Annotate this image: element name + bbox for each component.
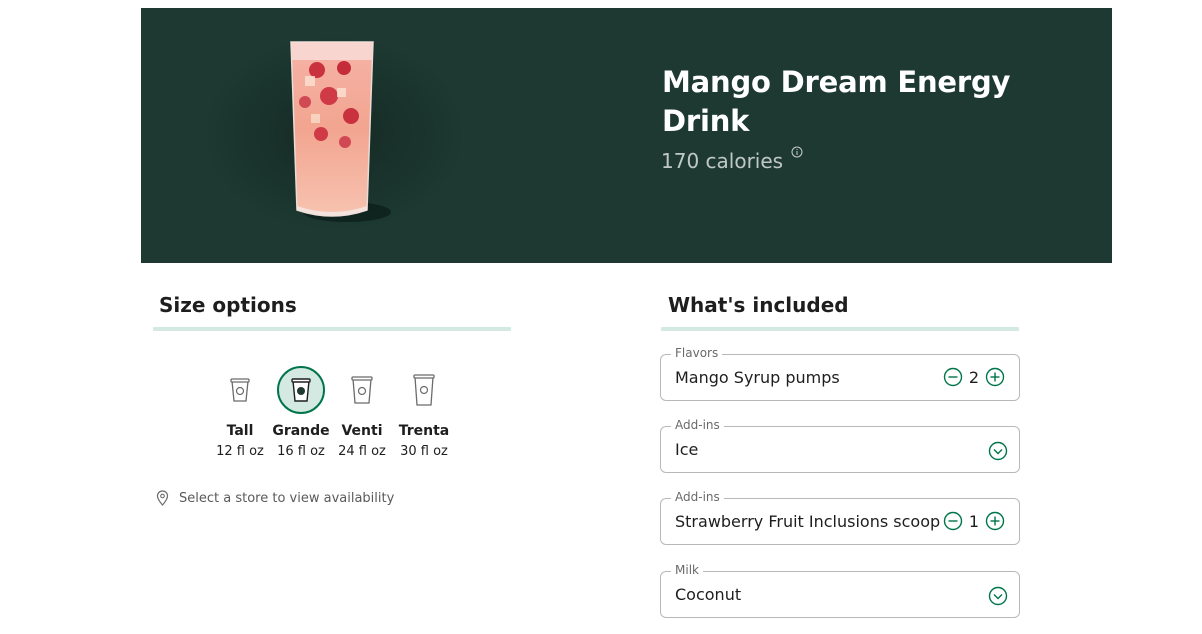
field-value: Coconut bbox=[675, 585, 742, 604]
stepper-count: 2 bbox=[968, 367, 979, 387]
quantity-stepper: 1 bbox=[943, 511, 1005, 531]
size-option-tall[interactable]: Tall 12 fl oz bbox=[209, 366, 271, 459]
quantity-stepper: 2 bbox=[943, 367, 1005, 387]
size-name: Venti bbox=[341, 423, 383, 439]
whats-included-title: What's included bbox=[668, 293, 849, 317]
store-prompt: Select a store to view availability bbox=[179, 490, 395, 506]
field-label: Add-ins bbox=[671, 418, 724, 432]
cup-icon-wrap bbox=[338, 366, 386, 414]
addins-ice-select[interactable]: Add-ins Ice bbox=[660, 418, 1020, 473]
size-name: Trenta bbox=[398, 423, 450, 439]
store-availability[interactable]: Select a store to view availability bbox=[156, 490, 394, 506]
cup-icon-wrap bbox=[216, 366, 264, 414]
cup-icon-wrap bbox=[277, 366, 325, 414]
stepper-count: 1 bbox=[968, 511, 979, 531]
field-value: Ice bbox=[675, 440, 699, 459]
size-volume: 12 fl oz bbox=[216, 444, 264, 459]
size-option-grande[interactable]: Grande 16 fl oz bbox=[270, 366, 332, 459]
flavors-field: Flavors Mango Syrup pumps 2 bbox=[660, 346, 1020, 401]
product-title: Mango Dream Energy Drink bbox=[662, 65, 1011, 138]
size-volume: 24 fl oz bbox=[338, 444, 386, 459]
size-name: Tall bbox=[226, 423, 254, 439]
cup-icon-wrap bbox=[400, 366, 448, 414]
chevron-down-icon bbox=[988, 586, 1008, 606]
size-volume: 30 fl oz bbox=[400, 444, 448, 459]
field-value: Strawberry Fruit Inclusions scoop bbox=[675, 512, 941, 531]
location-pin-icon bbox=[156, 490, 169, 506]
field-label: Flavors bbox=[671, 346, 723, 360]
cup-icon bbox=[413, 374, 435, 406]
field-label: Milk bbox=[671, 563, 703, 577]
whats-included-underline bbox=[661, 327, 1019, 331]
size-options-title: Size options bbox=[159, 293, 297, 317]
chevron-down-icon bbox=[988, 441, 1008, 461]
drink-image bbox=[290, 41, 391, 222]
cup-icon bbox=[351, 376, 373, 404]
minus-circle-icon[interactable] bbox=[943, 511, 963, 531]
minus-circle-icon[interactable] bbox=[943, 367, 963, 387]
plus-circle-icon[interactable] bbox=[985, 511, 1005, 531]
calories-text: 170 calories bbox=[661, 149, 784, 173]
size-options-underline bbox=[153, 327, 511, 331]
size-volume: 16 fl oz bbox=[277, 444, 325, 459]
cup-icon bbox=[291, 378, 311, 402]
field-value: Mango Syrup pumps bbox=[675, 368, 840, 387]
size-name: Grande bbox=[272, 423, 330, 439]
info-icon[interactable] bbox=[791, 146, 803, 158]
product-hero: Mango Dream Energy Drink 170 calories bbox=[141, 8, 1112, 263]
plus-circle-icon[interactable] bbox=[985, 367, 1005, 387]
milk-select[interactable]: Milk Coconut bbox=[660, 563, 1020, 618]
product-calories: 170 calories bbox=[661, 146, 803, 173]
addins-strawberry-field: Add-ins Strawberry Fruit Inclusions scoo… bbox=[660, 490, 1020, 545]
cup-icon bbox=[230, 378, 250, 402]
field-label: Add-ins bbox=[671, 490, 724, 504]
size-option-trenta[interactable]: Trenta 30 fl oz bbox=[393, 366, 455, 459]
size-option-venti[interactable]: Venti 24 fl oz bbox=[331, 366, 393, 459]
